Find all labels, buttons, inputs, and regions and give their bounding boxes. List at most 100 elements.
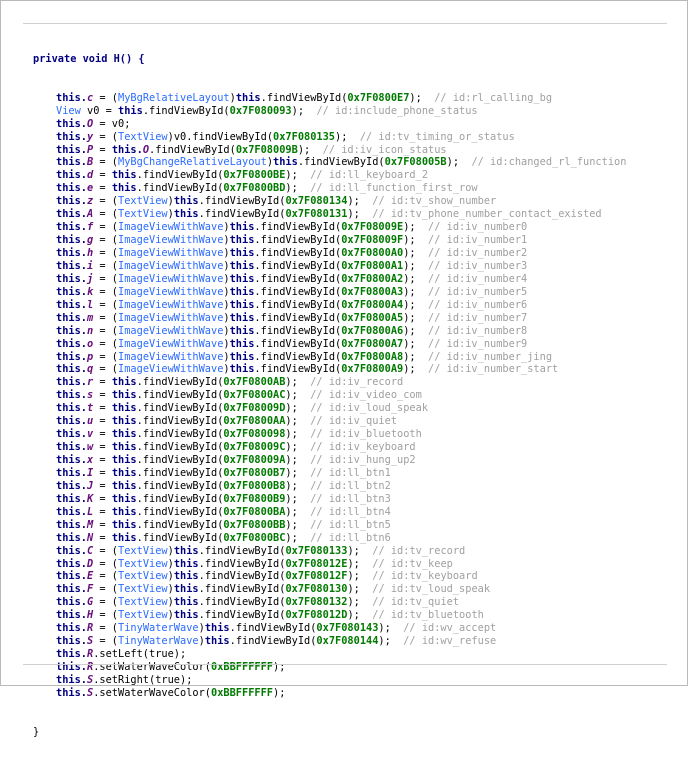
code-text: .findViewById( bbox=[198, 609, 286, 622]
code-text: ); bbox=[347, 570, 373, 583]
code-text: ); bbox=[297, 143, 323, 156]
keyword-this: this. bbox=[56, 635, 87, 648]
code-line: this.j = (ImageViewWithWave)this.findVie… bbox=[33, 273, 626, 286]
code-text: = ( bbox=[93, 285, 119, 298]
code-text: ); bbox=[285, 466, 311, 479]
code-line: this.D = (TextView)this.findViewById(0x7… bbox=[33, 558, 626, 571]
keyword-this: this. bbox=[56, 350, 87, 363]
keyword-this: this bbox=[111, 454, 137, 466]
code-line: this.B = (MyBgChangeRelativeLayout)this.… bbox=[33, 156, 626, 169]
keyword-this: this bbox=[111, 169, 137, 182]
code-text: = bbox=[93, 389, 112, 402]
id-comment: // id:ll_btn2 bbox=[310, 479, 391, 492]
code-block[interactable]: private void H() { this.c = (MyBgRelativ… bbox=[33, 27, 626, 765]
hex-literal: 0x7F080130 bbox=[285, 583, 348, 596]
keyword-this: this. bbox=[56, 648, 87, 661]
keyword-this: this bbox=[118, 104, 143, 117]
code-text: v0 = bbox=[80, 104, 119, 117]
id-comment: // id:iv_number8 bbox=[428, 324, 528, 337]
id-comment: // id:tv_keyboard bbox=[372, 570, 478, 583]
class-name: MyBgRelativeLayout bbox=[118, 91, 230, 104]
code-text: ); bbox=[409, 91, 435, 104]
keyword-this: this. bbox=[56, 479, 87, 492]
keyword-this: this. bbox=[56, 518, 87, 531]
closing-brace: } bbox=[33, 725, 40, 738]
method-body: this.c = (MyBgRelativeLayout)this.findVi… bbox=[33, 92, 626, 700]
hex-literal: 0x7F0800A1 bbox=[341, 259, 404, 272]
code-text: .findViewById( bbox=[136, 415, 224, 428]
hex-literal: 0x7F0800BC bbox=[223, 531, 286, 544]
keyword-this: this bbox=[111, 428, 137, 441]
keyword-this: this bbox=[111, 505, 137, 518]
keyword-this: this bbox=[111, 531, 137, 544]
code-text: .setWaterWaveColor( bbox=[93, 661, 211, 673]
keyword-this: this. bbox=[56, 91, 87, 104]
code-line: View v0 = this.findViewById(0x7F080093);… bbox=[33, 105, 626, 118]
code-text: .setLeft(true); bbox=[93, 648, 187, 661]
code-text: ); bbox=[403, 311, 429, 324]
code-text: = ( bbox=[93, 259, 119, 272]
code-text: .findViewById( bbox=[136, 428, 224, 441]
code-text: = ( bbox=[93, 337, 119, 350]
code-viewer: private void H() { this.c = (MyBgRelativ… bbox=[0, 0, 688, 738]
id-comment: // id:iv_number0 bbox=[428, 221, 528, 234]
code-line: this.S = (TinyWaterWave)this.findViewByI… bbox=[33, 635, 626, 648]
keyword-this: this bbox=[173, 609, 199, 622]
keyword-this: this bbox=[111, 402, 137, 415]
hex-literal: 0xBBFFFFFF bbox=[211, 661, 273, 673]
class-name: TextView bbox=[118, 544, 168, 557]
keyword-this: this. bbox=[56, 324, 87, 337]
code-line: this.S.setWaterWaveColor(0xBBFFFFFF); bbox=[33, 687, 626, 700]
keyword-this: this bbox=[229, 272, 255, 285]
code-line: this.E = (TextView)this.findViewById(0x7… bbox=[33, 570, 626, 583]
code-line: this.h = (ImageViewWithWave)this.findVie… bbox=[33, 247, 626, 260]
code-line: this.G = (TextView)this.findViewById(0x7… bbox=[33, 596, 626, 609]
hex-literal: 0x7F08009A bbox=[223, 454, 286, 466]
code-line: this.A = (TextView)this.findViewById(0x7… bbox=[33, 208, 626, 221]
code-text: = ( bbox=[93, 622, 119, 635]
code-text: ); bbox=[285, 531, 311, 544]
class-name: TextView bbox=[118, 570, 168, 583]
code-text: .findViewById( bbox=[254, 298, 342, 311]
code-text: ); bbox=[285, 182, 311, 195]
code-line: this.e = this.findViewById(0x7F0800BD); … bbox=[33, 182, 626, 195]
hex-literal: 0x7F080131 bbox=[285, 208, 348, 221]
code-text: .findViewById( bbox=[254, 221, 342, 234]
code-text: .findViewById( bbox=[136, 402, 224, 415]
code-text: = ( bbox=[93, 544, 119, 557]
keyword-this: this. bbox=[56, 117, 87, 130]
id-comment: // id:iv_record bbox=[310, 376, 404, 389]
keyword-this: this bbox=[111, 492, 137, 505]
id-comment: // id:changed_rl_function bbox=[471, 156, 627, 169]
keyword-this: this. bbox=[56, 311, 87, 324]
class-name: ImageViewWithWave bbox=[118, 247, 224, 259]
signature-text: private void H() { bbox=[33, 52, 145, 65]
hex-literal: 0x7F080134 bbox=[285, 195, 348, 208]
code-text: = ( bbox=[93, 583, 119, 596]
code-line: this.x = this.findViewById(0x7F08009A); … bbox=[33, 454, 626, 467]
code-text: ); bbox=[273, 661, 286, 673]
code-line: this.P = this.O.findViewById(0x7F08009B)… bbox=[33, 144, 626, 157]
code-text: = ( bbox=[93, 311, 119, 324]
hex-literal: 0x7F0800B8 bbox=[223, 479, 286, 492]
keyword-this: this. bbox=[56, 609, 87, 622]
class-name: ImageViewWithWave bbox=[118, 324, 224, 337]
id-comment: // id:tv_phone_number_contact_existed bbox=[372, 208, 602, 221]
code-text: ); bbox=[347, 544, 373, 557]
id-comment: // id:wv_accept bbox=[403, 622, 497, 635]
code-line: this.M = this.findViewById(0x7F0800BB); … bbox=[33, 519, 626, 532]
code-line: this.J = this.findViewById(0x7F0800B8); … bbox=[33, 480, 626, 493]
keyword-this: this bbox=[173, 195, 199, 208]
keyword-this: this. bbox=[56, 285, 87, 298]
keyword-this: this. bbox=[56, 259, 87, 272]
keyword-this: this. bbox=[56, 531, 87, 544]
keyword-this: this. bbox=[56, 596, 87, 609]
class-name: View bbox=[56, 104, 81, 117]
hex-literal: 0x7F080135 bbox=[273, 130, 336, 143]
method-signature: private void H() { bbox=[33, 53, 626, 66]
code-line: this.g = (ImageViewWithWave)this.findVie… bbox=[33, 234, 626, 247]
id-comment: // id:iv_number3 bbox=[428, 259, 528, 272]
class-name: TextView bbox=[118, 557, 168, 570]
code-line: this.I = this.findViewById(0x7F0800B7); … bbox=[33, 467, 626, 480]
class-name: TextView bbox=[118, 130, 168, 143]
